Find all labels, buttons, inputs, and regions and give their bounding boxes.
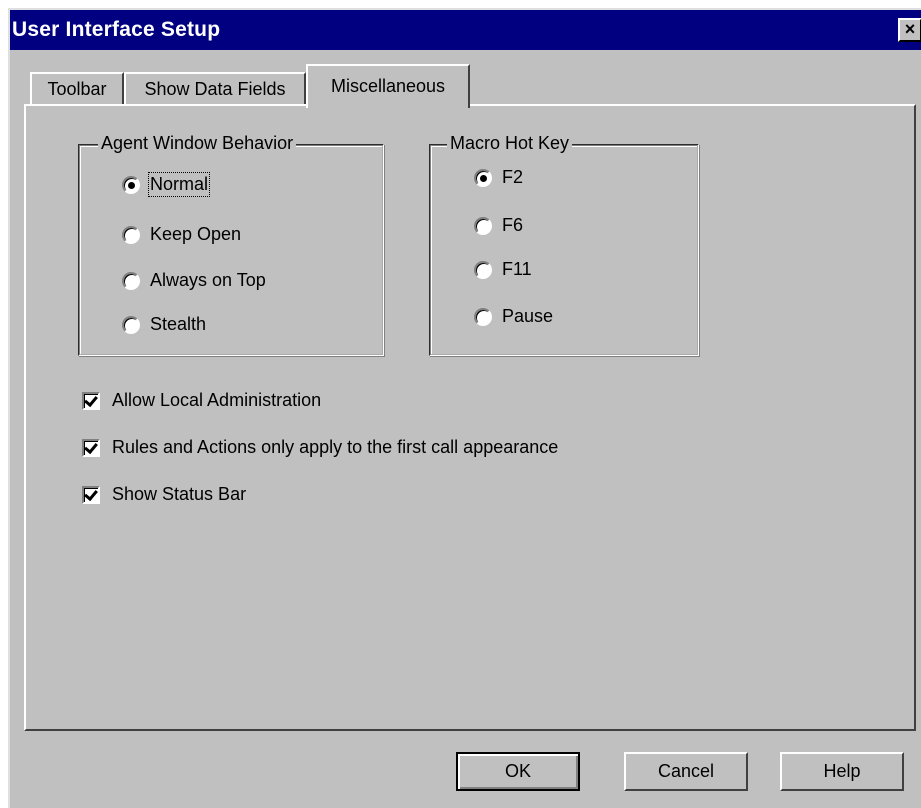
title-bar[interactable]: User Interface Setup ×	[10, 10, 921, 50]
tab-toolbar-label: Toolbar	[47, 79, 107, 99]
radio-stealth-indicator[interactable]	[122, 315, 140, 334]
tab-show-data-fields[interactable]: Show Data Fields	[124, 72, 306, 106]
checkbox-allow-local-administration-box[interactable]	[82, 391, 100, 410]
close-icon[interactable]: ×	[898, 18, 921, 42]
macro-hot-key-legend: Macro Hot Key	[447, 133, 573, 154]
radio-f6-indicator[interactable]	[474, 216, 492, 235]
cancel-button-label: Cancel	[657, 761, 715, 781]
checkbox-rules-first-call-label: Rules and Actions only apply to the firs…	[112, 437, 559, 457]
radio-normal-indicator[interactable]	[122, 175, 140, 194]
radio-f2-label: F2	[502, 167, 524, 187]
agent-window-behavior-legend: Agent Window Behavior	[98, 133, 297, 154]
tab-miscellaneous-label: Miscellaneous	[330, 76, 446, 96]
tab-miscellaneous[interactable]: Miscellaneous	[306, 64, 470, 108]
help-button-label: Help	[823, 761, 861, 781]
help-button[interactable]: Help	[780, 752, 904, 791]
checkbox-show-status-bar-label: Show Status Bar	[112, 484, 247, 504]
radio-stealth[interactable]: Stealth	[122, 314, 206, 335]
radio-pause[interactable]: Pause	[474, 306, 553, 327]
tab-show-data-fields-label: Show Data Fields	[144, 79, 286, 99]
radio-stealth-label: Stealth	[150, 314, 207, 334]
radio-f6-label: F6	[502, 215, 524, 235]
radio-f11[interactable]: F11	[474, 259, 532, 280]
ok-button-label: OK	[504, 761, 531, 781]
checkbox-show-status-bar[interactable]: Show Status Bar	[82, 484, 246, 505]
tab-toolbar[interactable]: Toolbar	[30, 72, 124, 106]
radio-f2-indicator[interactable]	[474, 168, 492, 187]
radio-always-on-top-indicator[interactable]	[122, 271, 140, 290]
radio-keep-open-indicator[interactable]	[122, 225, 140, 244]
window-title: User Interface Setup	[12, 18, 221, 41]
checkbox-show-status-bar-box[interactable]	[82, 485, 100, 504]
radio-pause-indicator[interactable]	[474, 307, 492, 326]
radio-f6[interactable]: F6	[474, 215, 523, 236]
radio-f11-indicator[interactable]	[474, 260, 492, 279]
macro-hot-key-group: Macro Hot Key	[429, 133, 699, 356]
checkbox-allow-local-administration[interactable]: Allow Local Administration	[82, 390, 321, 411]
radio-always-on-top-label: Always on Top	[150, 270, 266, 290]
checkbox-rules-first-call-box[interactable]	[82, 438, 100, 457]
cancel-button[interactable]: Cancel	[624, 752, 748, 791]
radio-f11-label: F11	[502, 259, 532, 279]
radio-keep-open-label: Keep Open	[150, 224, 242, 244]
radio-f2[interactable]: F2	[474, 167, 523, 188]
radio-normal[interactable]: Normal	[122, 172, 211, 197]
radio-always-on-top[interactable]: Always on Top	[122, 270, 266, 291]
checkbox-rules-first-call[interactable]: Rules and Actions only apply to the firs…	[82, 437, 558, 458]
radio-pause-label: Pause	[502, 306, 554, 326]
radio-keep-open[interactable]: Keep Open	[122, 224, 241, 245]
radio-normal-label: Normal	[147, 172, 211, 197]
ok-button[interactable]: OK	[456, 752, 580, 791]
checkbox-allow-local-administration-label: Allow Local Administration	[112, 390, 322, 410]
